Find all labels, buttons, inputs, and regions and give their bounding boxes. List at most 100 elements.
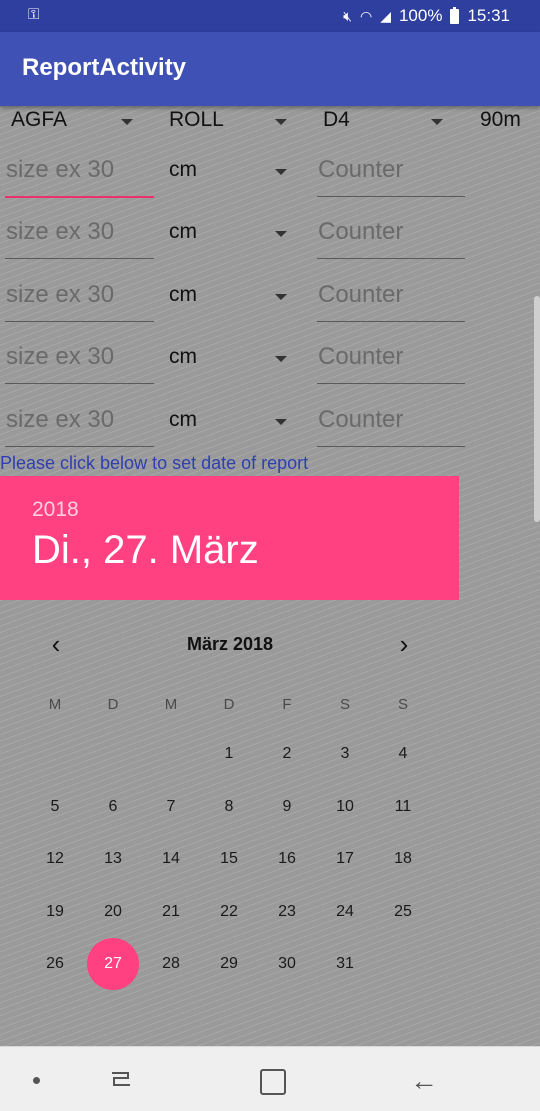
unit-spinner[interactable]: cm <box>169 158 293 188</box>
counter-input[interactable] <box>317 150 465 197</box>
date-hint: Please click below to set date of report <box>0 453 309 473</box>
key-icon: ⚿ <box>28 6 40 23</box>
type-spinner-value: D4 <box>323 108 350 131</box>
calendar-day[interactable]: 13 <box>87 833 139 885</box>
unit-spinner[interactable]: cm <box>169 283 293 313</box>
film-spinner-row: AGFA ROLL D4 <box>0 108 540 138</box>
unit-value: cm <box>169 408 197 431</box>
selected-day[interactable]: 27 <box>87 938 139 990</box>
size-input[interactable] <box>5 337 154 384</box>
dropdown-arrow-icon <box>275 294 287 300</box>
weekday-label: F <box>282 696 292 713</box>
dropdown-arrow-icon <box>275 119 287 125</box>
date-picker-header: 2018 Di., 27. März <box>0 476 459 600</box>
calendar-day[interactable]: 31 <box>319 938 371 990</box>
app-title: ReportActivity <box>22 54 187 81</box>
format-spinner-value: ROLL <box>169 108 224 131</box>
calendar-day[interactable]: 18 <box>377 833 429 885</box>
calendar-day[interactable]: 7 <box>145 781 197 833</box>
size-row: cm <box>0 337 540 387</box>
calendar-day[interactable]: 17 <box>319 833 371 885</box>
dropdown-arrow-icon <box>121 119 133 125</box>
length-value: 90m <box>480 108 521 131</box>
weekday-label: S <box>339 696 350 713</box>
calendar-day[interactable]: 20 <box>87 886 139 938</box>
weekday-label: D <box>107 696 119 713</box>
calendar-day[interactable]: 16 <box>261 833 313 885</box>
clock: 15:31 <box>467 6 510 25</box>
calendar-day[interactable]: 30 <box>261 938 313 990</box>
calendar-day[interactable]: 25 <box>377 886 429 938</box>
counter-input[interactable] <box>317 337 465 384</box>
calendar-day[interactable]: 12 <box>29 833 81 885</box>
calendar-nav: ‹ März 2018 › <box>0 630 460 660</box>
status-icons: 🔇︎ ◠ ◢ 100% 15:31 <box>343 6 510 26</box>
calendar-day[interactable]: 9 <box>261 781 313 833</box>
unit-spinner[interactable]: cm <box>169 408 293 438</box>
size-row: cm <box>0 400 540 450</box>
calendar-day[interactable]: 29 <box>203 938 255 990</box>
calendar-day[interactable]: 1 <box>203 728 255 780</box>
battery-percent: 100% <box>398 6 443 25</box>
calendar-day[interactable]: 14 <box>145 833 197 885</box>
weekday-label: M <box>164 696 178 713</box>
recent-apps-icon[interactable] <box>108 1067 134 1091</box>
status-bar: ⚿ 🔇︎ ◠ ◢ 100% 15:31 <box>0 0 540 32</box>
scroll-indicator <box>534 296 540 522</box>
size-input[interactable] <box>5 400 154 447</box>
system-nav-bar: ← <box>0 1046 540 1111</box>
battery-icon <box>450 6 460 24</box>
wifi-icon: ◠ <box>359 7 373 24</box>
dropdown-arrow-icon <box>275 231 287 237</box>
dropdown-arrow-icon <box>431 119 443 125</box>
calendar-day[interactable]: 10 <box>319 781 371 833</box>
format-spinner[interactable]: ROLL <box>169 108 289 138</box>
unit-value: cm <box>169 345 197 368</box>
calendar-day[interactable]: 22 <box>203 886 255 938</box>
calendar-day[interactable]: 19 <box>29 886 81 938</box>
unit-spinner[interactable]: cm <box>169 220 293 250</box>
dropdown-arrow-icon <box>275 356 287 362</box>
calendar-day[interactable]: 11 <box>377 781 429 833</box>
size-row: cm <box>0 150 540 200</box>
header-year[interactable]: 2018 <box>32 498 79 522</box>
back-arrow-icon[interactable]: ← <box>410 1065 438 1097</box>
calendar-day[interactable]: 28 <box>145 938 197 990</box>
unit-value: cm <box>169 283 197 306</box>
calendar-day[interactable]: 6 <box>87 781 139 833</box>
unit-spinner[interactable]: cm <box>169 345 293 375</box>
nav-dot-icon[interactable] <box>33 1077 40 1084</box>
calendar-day[interactable]: 5 <box>29 781 81 833</box>
calendar-day[interactable]: 23 <box>261 886 313 938</box>
counter-input[interactable] <box>317 400 465 447</box>
dropdown-arrow-icon <box>275 169 287 175</box>
header-date[interactable]: Di., 27. März <box>32 528 259 573</box>
calendar-day[interactable]: 2 <box>261 728 313 780</box>
chevron-right-icon[interactable]: › <box>389 630 419 660</box>
mute-icon: 🔇︎ <box>343 7 352 24</box>
calendar-day[interactable]: 21 <box>145 886 197 938</box>
counter-input[interactable] <box>317 275 465 322</box>
app-bar: ReportActivity <box>0 32 540 106</box>
size-input[interactable] <box>5 275 154 322</box>
weekday-label: S <box>397 696 408 713</box>
brand-spinner-value: AGFA <box>11 108 68 131</box>
calendar-day[interactable]: 3 <box>319 728 371 780</box>
unit-value: cm <box>169 158 197 181</box>
home-icon[interactable] <box>260 1069 286 1095</box>
calendar-day[interactable]: 15 <box>203 833 255 885</box>
unit-value: cm <box>169 220 197 243</box>
size-input[interactable] <box>5 150 154 198</box>
calendar-day[interactable]: 4 <box>377 728 429 780</box>
brand-spinner[interactable]: AGFA <box>11 108 136 138</box>
size-input[interactable] <box>5 212 154 259</box>
calendar-day[interactable]: 8 <box>203 781 255 833</box>
type-spinner[interactable]: D4 <box>323 108 445 138</box>
counter-input[interactable] <box>317 212 465 259</box>
calendar-day[interactable]: 24 <box>319 886 371 938</box>
calendar-day[interactable]: 26 <box>29 938 81 990</box>
weekday-label: D <box>223 696 235 713</box>
size-row: cm <box>0 212 540 262</box>
signal-icon: ◢ <box>380 7 391 24</box>
weekday-label: M <box>48 696 62 713</box>
